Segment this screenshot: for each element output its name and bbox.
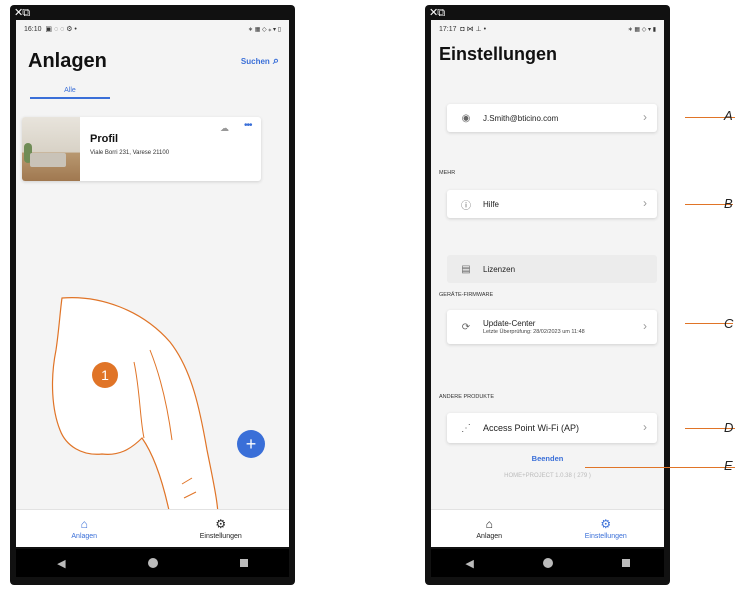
home-button-icon[interactable] bbox=[542, 558, 553, 568]
home-icon: ⌂ bbox=[485, 517, 493, 531]
update-last-check: Letzte Überprüfung: 28/02/2023 um 11:48 bbox=[483, 329, 585, 335]
home-button-icon[interactable] bbox=[147, 558, 158, 568]
add-plant-button[interactable]: + bbox=[237, 430, 265, 458]
callout-line-e bbox=[585, 467, 735, 468]
callout-c: C bbox=[724, 316, 734, 331]
status-right-icons: ∗ ▦ ◇ ⁎ ▾ ▯ bbox=[248, 26, 281, 33]
page-title: Anlagen bbox=[28, 50, 107, 72]
search-icon: ⌕ bbox=[272, 55, 279, 67]
plant-title: Profil bbox=[90, 133, 119, 145]
help-label: Hilfe bbox=[483, 199, 500, 209]
account-email: J.Smith@bticino.com bbox=[483, 113, 559, 123]
logout-link[interactable]: Beenden bbox=[431, 454, 664, 463]
callout-d: D bbox=[724, 420, 734, 435]
update-center-text: Update-Center Letzte Überprüfung: 28/02/… bbox=[483, 319, 585, 335]
anlagen-screen: 16:10 ▣ ◌ ◌ ⚙ • ∗ ▦ ◇ ⁎ ▾ ▯ Anlagen Such… bbox=[16, 20, 289, 547]
search-button[interactable]: Suchen ⌕ bbox=[241, 55, 279, 68]
close-screen-icon: ✕⧉ bbox=[14, 6, 30, 19]
section-andere-produkte: ANDERE PRODUKTE bbox=[439, 394, 495, 400]
chevron-right-icon: › bbox=[643, 110, 647, 124]
back-icon[interactable]: ◀ bbox=[57, 557, 65, 570]
tab-alle[interactable]: Alle bbox=[30, 87, 110, 99]
help-item[interactable]: ⓘ Hilfe › bbox=[447, 190, 657, 218]
close-screen-icon: ✕⧉ bbox=[429, 6, 445, 19]
android-nav-bar: ◀ bbox=[431, 549, 664, 577]
status-bar: 17:17 ◘ ⋈ ⊥ • ∗ ▦ ◇ ▾ ▮ bbox=[431, 20, 664, 38]
account-item[interactable]: ◉ J.Smith@bticino.com › bbox=[447, 104, 657, 132]
status-bar: 16:10 ▣ ◌ ◌ ⚙ • ∗ ▦ ◇ ⁎ ▾ ▯ bbox=[16, 20, 289, 38]
right-phone-frame: ✕⧉ 17:17 ◘ ⋈ ⊥ • ∗ ▦ ◇ ▾ ▮ Einstellungen… bbox=[425, 5, 670, 585]
tab-alle-label: Alle bbox=[64, 87, 76, 94]
status-left-icons: ▣ ◌ ◌ ⚙ • bbox=[45, 26, 77, 33]
licenses-item[interactable]: ▤ Lizenzen bbox=[447, 255, 657, 283]
bottom-tab-anlagen-label: Anlagen bbox=[476, 533, 503, 540]
left-phone-frame: ✕⧉ 16:10 ▣ ◌ ◌ ⚙ • ∗ ▦ ◇ ⁎ ▾ ▯ Anlagen S… bbox=[10, 5, 295, 585]
section-mehr: MEHR bbox=[439, 170, 456, 176]
gear-icon: ⚙ bbox=[600, 517, 612, 531]
step-badge: 1 bbox=[92, 362, 118, 388]
callout-e: E bbox=[724, 458, 733, 473]
bottom-tab-einstellungen-label: Einstellungen bbox=[199, 533, 242, 540]
bottom-tab-bar: ⌂ Anlagen ⚙ Einstellungen bbox=[16, 509, 289, 547]
licenses-label: Lizenzen bbox=[483, 264, 516, 274]
status-right-icons: ∗ ▦ ◇ ▾ ▮ bbox=[627, 26, 656, 33]
status-time: 17:17 bbox=[439, 26, 457, 33]
status-left-icons: ◘ ⋈ ⊥ • bbox=[460, 26, 487, 33]
search-label: Suchen bbox=[240, 57, 270, 66]
pointing-hand-illustration bbox=[51, 297, 219, 547]
update-icon: ⟳ bbox=[461, 321, 471, 333]
more-options-icon[interactable]: ••• bbox=[244, 120, 252, 131]
bottom-tab-einstellungen[interactable]: ⚙ Einstellungen bbox=[548, 510, 665, 547]
network-icon: ⋰ bbox=[461, 422, 471, 434]
page-title: Einstellungen bbox=[439, 44, 558, 64]
bottom-tab-einstellungen-label: Einstellungen bbox=[584, 533, 627, 540]
gear-icon: ⚙ bbox=[215, 517, 227, 531]
page-header: Anlagen Suchen ⌕ bbox=[16, 38, 289, 73]
access-point-item[interactable]: ⋰ Access Point Wi-Fi (AP) › bbox=[447, 413, 657, 443]
bottom-tab-bar: ⌂ Anlagen ⚙ Einstellungen bbox=[431, 509, 664, 547]
recents-icon[interactable] bbox=[239, 559, 248, 567]
update-center-item[interactable]: ⟳ Update-Center Letzte Überprüfung: 28/0… bbox=[447, 310, 657, 344]
book-icon: ▤ bbox=[461, 263, 471, 275]
home-icon: ⌂ bbox=[80, 517, 88, 531]
plant-thumbnail bbox=[22, 117, 80, 181]
cloud-icon: ☁ bbox=[220, 123, 229, 133]
callout-b: B bbox=[724, 196, 733, 211]
plant-card[interactable]: Profil Viale Borri 231, Varese 21100 ☁ •… bbox=[22, 117, 261, 181]
callout-a: A bbox=[724, 108, 733, 123]
user-icon: ◉ bbox=[461, 112, 471, 124]
bottom-tab-einstellungen[interactable]: ⚙ Einstellungen bbox=[153, 510, 290, 547]
app-version: HOME+PROJECT 1.0.38 ( 279 ) bbox=[504, 473, 591, 479]
bottom-tab-anlagen-label: Anlagen bbox=[71, 533, 98, 540]
back-icon[interactable]: ◀ bbox=[465, 557, 473, 570]
chevron-right-icon: › bbox=[643, 319, 647, 333]
bottom-tab-anlagen[interactable]: ⌂ Anlagen bbox=[16, 510, 153, 547]
status-time: 16:10 bbox=[24, 26, 42, 33]
section-firmware: GERÄTE-FIRMWARE bbox=[439, 292, 494, 298]
thumbnail-sofa bbox=[30, 153, 66, 167]
plant-address: Viale Borri 231, Varese 21100 bbox=[90, 150, 170, 156]
recents-icon[interactable] bbox=[621, 559, 630, 567]
android-nav-bar: ◀ bbox=[16, 549, 289, 577]
update-center-label: Update-Center bbox=[483, 319, 536, 328]
bottom-tab-anlagen[interactable]: ⌂ Anlagen bbox=[431, 510, 548, 547]
tab-underline bbox=[30, 97, 110, 99]
help-icon: ⓘ bbox=[461, 200, 471, 212]
access-point-label: Access Point Wi-Fi (AP) bbox=[483, 423, 580, 433]
chevron-right-icon: › bbox=[643, 420, 647, 434]
chevron-right-icon: › bbox=[643, 196, 647, 210]
